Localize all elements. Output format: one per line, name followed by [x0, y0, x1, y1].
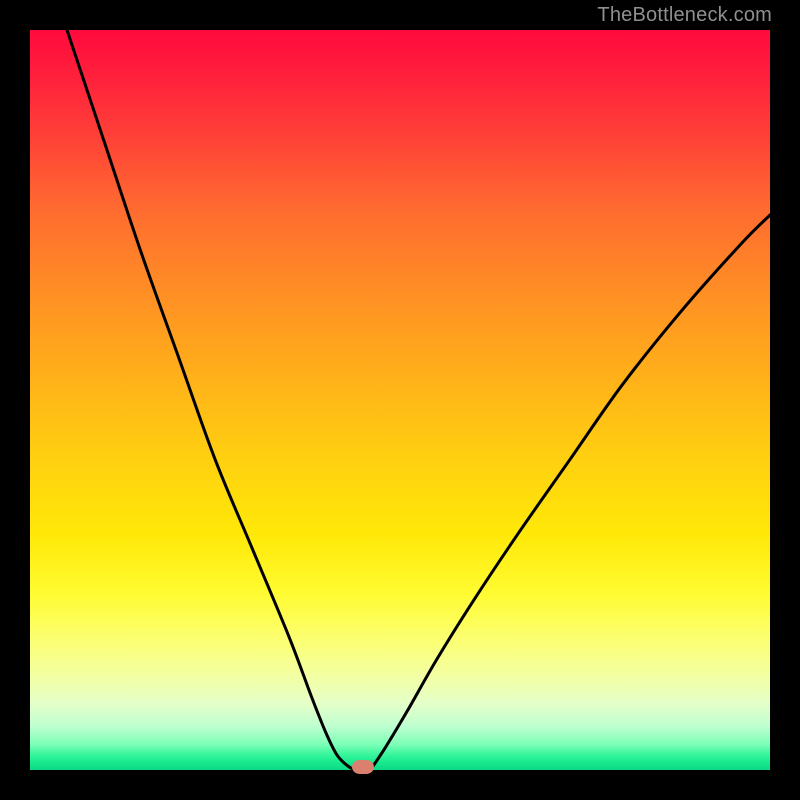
curve-layer — [30, 30, 770, 770]
watermark-text: TheBottleneck.com — [597, 4, 772, 27]
bottleneck-curve-left — [67, 30, 356, 770]
optimum-marker — [352, 760, 374, 774]
plot-area — [30, 30, 770, 770]
chart-frame: TheBottleneck.com — [0, 0, 800, 800]
bottleneck-curve-right — [370, 215, 770, 770]
